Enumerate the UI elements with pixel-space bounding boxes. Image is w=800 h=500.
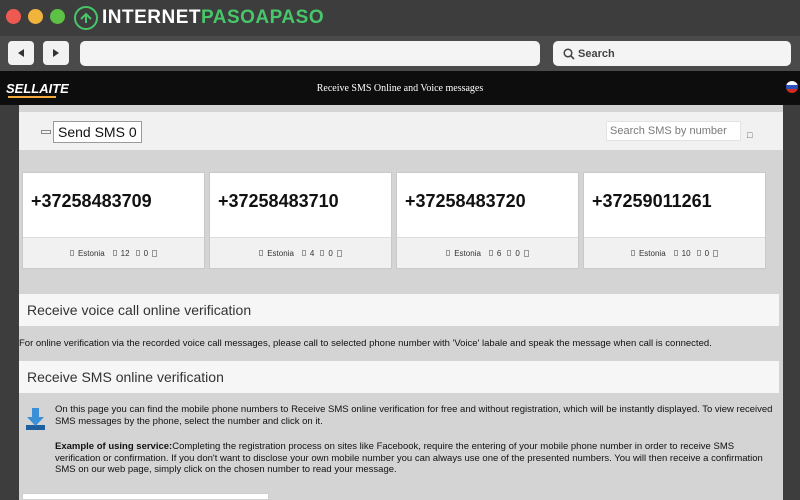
collapse-icon[interactable]: [41, 130, 51, 134]
main-content: Send SMS 0 Search SMS by number □ +37258…: [19, 105, 783, 500]
flag-icon: [446, 250, 451, 256]
call-count: 0: [515, 248, 520, 258]
copy-icon[interactable]: [152, 249, 158, 257]
call-icon: [320, 250, 325, 256]
phone-number[interactable]: +37258483710: [218, 191, 339, 212]
arrow-left-icon: [18, 49, 24, 57]
sms-icon: [301, 250, 306, 256]
search-submit-icon[interactable]: □: [747, 130, 752, 140]
card-footer: Estonia 6 0: [397, 237, 578, 268]
country-label: Estonia: [77, 248, 105, 258]
voice-section-heading: Receive voice call online verification: [19, 294, 779, 326]
voice-description: For online verification via the recorded…: [19, 338, 712, 349]
close-window-button[interactable]: [6, 9, 21, 24]
sms-icon: [488, 250, 493, 256]
copy-icon[interactable]: [336, 249, 342, 257]
site-title: Receive SMS Online and Voice messages: [316, 83, 484, 94]
numbers-toolbar: Send SMS 0 Search SMS by number □: [19, 112, 783, 150]
sms-count: 12: [120, 248, 130, 258]
sms-info-paragraph: On this page you can find the mobile pho…: [55, 404, 773, 427]
example-label: Example of using service:: [55, 441, 173, 452]
country-label: Estonia: [638, 248, 666, 258]
flag-icon: [69, 250, 74, 256]
site-logo-underline: [8, 96, 56, 98]
search-label: Search: [578, 47, 615, 60]
card-footer: Estonia 12 0: [23, 237, 204, 268]
phone-number[interactable]: +37258483709: [31, 191, 152, 212]
search-number-input[interactable]: Search SMS by number: [606, 121, 741, 141]
sms-count: 4: [309, 248, 315, 258]
sms-count: 6: [496, 248, 502, 258]
flag-icon: [259, 250, 264, 256]
watermark-brand: INTERNET PASOAPASO: [74, 5, 324, 31]
back-button[interactable]: [8, 41, 34, 65]
call-icon: [135, 250, 140, 256]
example-paragraph: Example of using service:Completing the …: [55, 441, 779, 476]
window-titlebar: INTERNET PASOAPASO: [0, 0, 800, 36]
phone-number[interactable]: +37258483720: [405, 191, 526, 212]
call-count: 0: [143, 248, 149, 258]
minimize-window-button[interactable]: [28, 9, 43, 24]
forward-button[interactable]: [43, 41, 69, 65]
call-icon: [507, 250, 512, 256]
browser-toolbar: Search: [0, 36, 800, 71]
arrow-right-icon: [53, 49, 59, 57]
call-count: 0: [328, 248, 333, 258]
phone-card[interactable]: +37258483720 Estonia 6 0: [396, 172, 579, 269]
copy-icon[interactable]: [713, 249, 719, 257]
phone-card[interactable]: +37258483710 Estonia 4 0: [209, 172, 392, 269]
card-footer: Estonia 4 0: [210, 237, 391, 268]
country-label: Estonia: [454, 248, 481, 258]
site-header: SELLAITE Receive SMS Online and Voice me…: [0, 71, 800, 105]
country-label: Estonia: [267, 248, 294, 258]
phone-card[interactable]: +37258483709 Estonia 12 0: [22, 172, 205, 269]
call-icon: [696, 250, 701, 256]
page-area: Send SMS 0 Search SMS by number □ +37258…: [0, 105, 800, 500]
search-icon: [563, 47, 575, 60]
maximize-window-button[interactable]: [50, 9, 65, 24]
brand-text-green: PASOAPASO: [201, 7, 325, 28]
flag-icon: [630, 250, 635, 256]
sms-count: 10: [681, 248, 691, 258]
sms-section-heading: Receive SMS online verification: [19, 361, 779, 393]
language-flag-icon[interactable]: [786, 81, 798, 93]
brand-logo-icon: [74, 6, 98, 30]
call-count: 0: [704, 248, 710, 258]
sms-icon: [673, 250, 678, 256]
address-bar[interactable]: [80, 41, 540, 66]
phone-card[interactable]: +37259011261 Estonia 10 0: [583, 172, 766, 269]
send-sms-button[interactable]: Send SMS 0: [53, 121, 142, 143]
download-icon: [26, 408, 45, 430]
copy-icon[interactable]: [523, 249, 529, 257]
phone-number[interactable]: +37259011261: [592, 191, 712, 212]
browser-search-field[interactable]: Search: [553, 41, 791, 66]
bottom-panel: [22, 493, 269, 500]
brand-text-white: INTERNET: [102, 7, 201, 28]
card-footer: Estonia 10 0: [584, 237, 765, 268]
sms-icon: [112, 250, 117, 256]
